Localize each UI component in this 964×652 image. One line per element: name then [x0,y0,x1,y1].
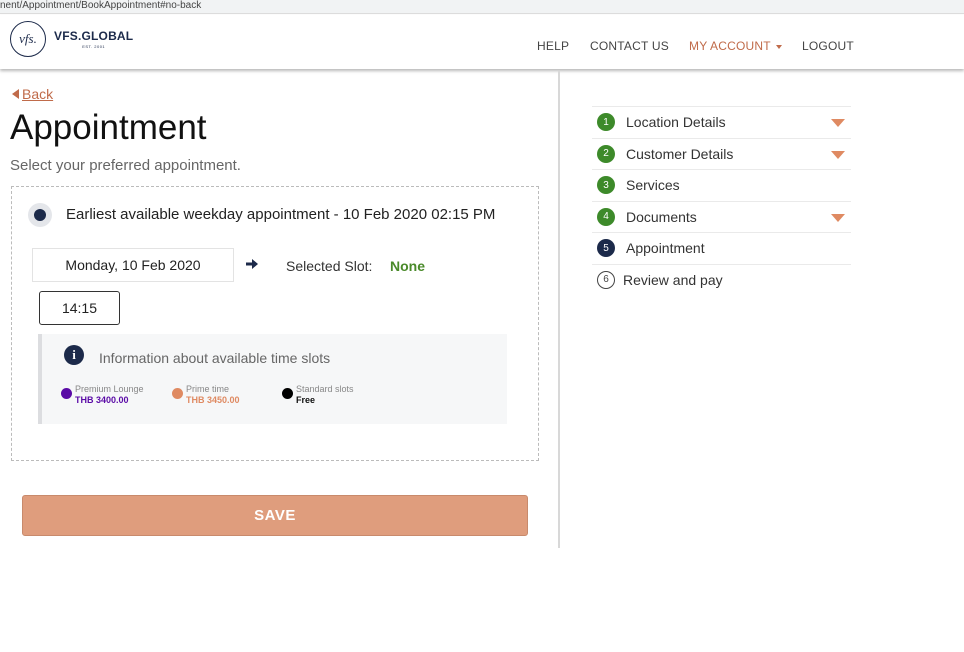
info-icon: i [64,345,84,365]
radio-selected-dot [34,209,46,221]
page-title: Appointment [10,108,207,147]
selected-slot-label: Selected Slot: [286,258,373,274]
progress-steps: 1 Location Details 2 Customer Details 3 … [592,106,851,295]
step-label: Location Details [626,114,726,131]
legend-price-standard: Free [296,395,316,405]
step-number: 6 [597,270,615,289]
step-label: Customer Details [626,145,734,162]
nav-logout[interactable]: LOGOUT [802,39,854,53]
chevron-down-icon[interactable] [831,213,845,222]
step-number: 3 [597,176,615,195]
date-picker-field[interactable]: Monday, 10 Feb 2020 [32,248,234,282]
logo-emblem: vfs. [10,21,46,57]
step-number: 5 [597,239,615,258]
legend-name-premium: Premium Lounge [75,384,144,394]
legend-price-premium: THB 3400.00 [75,395,129,405]
step-services[interactable]: 3 Services [592,169,851,201]
browser-url-bar[interactable]: nent/Appointment/BookAppointment#no-back [0,0,964,14]
time-slot-button[interactable]: 14:15 [39,291,120,325]
selected-slot-value: None [390,258,425,274]
url-text: nent/Appointment/BookAppointment#no-back [0,0,202,11]
step-appointment[interactable]: 5 Appointment [592,232,851,264]
step-number: 4 [597,207,615,226]
back-label: Back [22,86,54,102]
premium-lounge-dot [61,388,72,399]
step-label: Documents [626,208,697,225]
prime-time-dot [172,388,183,399]
step-label: Services [626,177,680,194]
step-label: Review and pay [623,271,723,288]
logo-est: EST. 2001 [82,44,106,49]
step-documents[interactable]: 4 Documents [592,200,851,233]
nav-help[interactable]: HELP [537,39,569,53]
chevron-down-icon[interactable] [831,119,845,127]
info-title: Information about available time slots [99,350,331,366]
legend-name-prime: Prime time [186,384,230,394]
time-slot-info-box [38,334,507,424]
site-header: vfs. VFS.GLOBAL EST. 2001 HELP CONTACT U… [0,15,964,69]
step-review-and-pay[interactable]: 6 Review and pay [592,263,851,296]
back-link[interactable]: Back [12,86,53,102]
earliest-appointment-radio[interactable] [28,203,52,227]
step-location-details[interactable]: 1 Location Details [592,106,851,138]
arrow-right-icon [246,259,258,269]
earliest-appointment-label[interactable]: Earliest available weekday appointment -… [66,206,495,223]
logo-name: VFS.GLOBAL [54,29,134,43]
page-subtitle: Select your preferred appointment. [10,157,241,174]
legend-name-standard: Standard slots [296,384,354,394]
step-label: Appointment [626,240,705,257]
legend-price-prime: THB 3450.00 [186,395,240,405]
vfs-logo[interactable]: vfs. VFS.GLOBAL EST. 2001 [10,21,133,57]
nav-my-account[interactable]: MY ACCOUNT [689,39,782,53]
step-number: 2 [597,144,615,163]
my-account-label: MY ACCOUNT [689,39,771,53]
standard-slots-dot [282,388,293,399]
step-customer-details[interactable]: 2 Customer Details [592,137,851,170]
save-button[interactable]: SAVE [22,495,528,536]
back-arrow-icon [12,89,19,99]
nav-contact-us[interactable]: CONTACT US [590,39,669,53]
chevron-down-icon[interactable] [831,150,845,159]
caret-down-icon [775,44,782,49]
step-number: 1 [597,113,615,132]
column-divider [558,71,560,548]
